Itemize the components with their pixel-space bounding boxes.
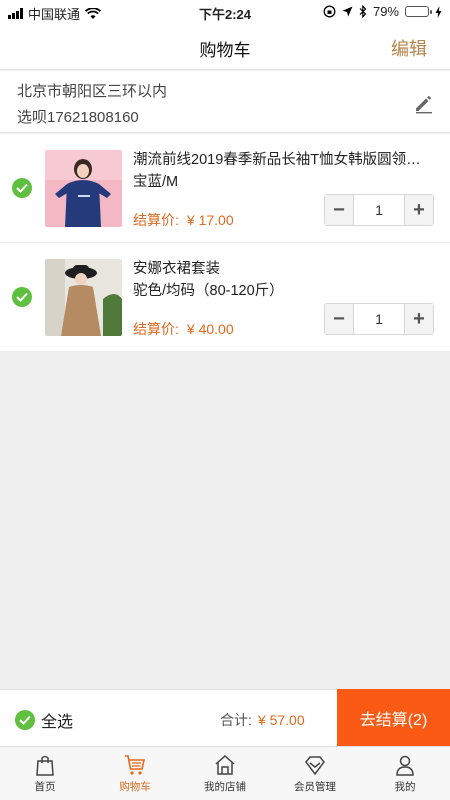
product-price: 结算价: ¥ 17.00 bbox=[133, 210, 234, 230]
status-right: 79% bbox=[323, 4, 442, 19]
cart-item: 潮流前线2019春季新品长袖T恤女韩版圆领短… 宝蓝/M 结算价: ¥ 17.00… bbox=[0, 134, 450, 243]
store-icon bbox=[215, 754, 235, 775]
user-icon bbox=[396, 755, 414, 776]
cart-icon bbox=[125, 755, 145, 775]
product-price: 结算价: ¥ 40.00 bbox=[133, 319, 234, 339]
rotation-lock-icon bbox=[323, 5, 336, 18]
quantity-value[interactable]: 1 bbox=[353, 304, 405, 334]
quantity-value[interactable]: 1 bbox=[353, 195, 405, 225]
tab-label: 我的 bbox=[394, 781, 416, 793]
check-circle-icon[interactable] bbox=[15, 710, 35, 730]
tab-membership[interactable]: 会员管理 bbox=[270, 747, 360, 800]
quantity-stepper: − 1 + bbox=[324, 303, 434, 335]
price-label: 结算价: bbox=[133, 321, 179, 337]
product-image[interactable] bbox=[45, 259, 122, 336]
nav-bar: 购物车 编辑 bbox=[0, 24, 450, 70]
select-all-label: 全选 bbox=[41, 714, 74, 731]
location-icon bbox=[342, 6, 353, 17]
tab-cart[interactable]: 购物车 bbox=[90, 747, 180, 800]
checkout-button[interactable]: 去结算(2) bbox=[337, 689, 450, 747]
product-spec: 宝蓝/M bbox=[133, 174, 179, 190]
checkout-bar: 全选 合计: ¥ 57.00 去结算(2) bbox=[0, 689, 450, 747]
edit-button[interactable]: 编辑 bbox=[391, 35, 427, 61]
product-image[interactable] bbox=[45, 150, 122, 227]
product-spec: 驼色/均码（80-120斤） bbox=[133, 283, 284, 299]
total-value: ¥ 57.00 bbox=[257, 712, 305, 728]
bag-icon bbox=[36, 755, 54, 776]
address-line: 北京市朝阳区三环以内 bbox=[17, 83, 168, 100]
tab-profile[interactable]: 我的 bbox=[360, 747, 450, 800]
tab-label: 会员管理 bbox=[294, 781, 336, 793]
tab-bar: 首页 购物车 我的店铺 会员管理 我的 bbox=[0, 746, 450, 800]
delivery-address[interactable]: 北京市朝阳区三环以内 选呗17621808160 bbox=[0, 71, 450, 133]
page-title: 购物车 bbox=[199, 41, 251, 60]
tab-home[interactable]: 首页 bbox=[0, 747, 90, 800]
check-circle-icon[interactable] bbox=[12, 178, 32, 198]
address-contact: 选呗17621808160 bbox=[17, 109, 139, 126]
cart-list: 潮流前线2019春季新品长袖T恤女韩版圆领短… 宝蓝/M 结算价: ¥ 17.00… bbox=[0, 134, 450, 352]
increment-button[interactable]: + bbox=[405, 304, 433, 334]
tab-label: 购物车 bbox=[119, 781, 151, 793]
bluetooth-icon bbox=[359, 5, 367, 18]
product-title[interactable]: 安娜衣裙套装 bbox=[133, 257, 433, 278]
price-value: ¥ 17.00 bbox=[186, 212, 234, 228]
price-value: ¥ 40.00 bbox=[186, 321, 234, 337]
total-amount: 合计: ¥ 57.00 bbox=[220, 710, 305, 730]
decrement-button[interactable]: − bbox=[325, 195, 353, 225]
tab-my-store[interactable]: 我的店铺 bbox=[180, 747, 270, 800]
check-circle-icon[interactable] bbox=[12, 287, 32, 307]
increment-button[interactable]: + bbox=[405, 195, 433, 225]
total-label: 合计: bbox=[220, 712, 252, 728]
cart-item: 安娜衣裙套装 驼色/均码（80-120斤） 结算价: ¥ 40.00 − 1 + bbox=[0, 243, 450, 352]
diamond-icon bbox=[305, 756, 325, 776]
charging-icon bbox=[435, 5, 442, 18]
pencil-icon[interactable] bbox=[412, 91, 436, 115]
quantity-stepper: − 1 + bbox=[324, 194, 434, 226]
battery-icon bbox=[405, 6, 432, 17]
select-all-toggle[interactable]: 全选 bbox=[15, 708, 73, 732]
tab-label: 首页 bbox=[34, 781, 56, 793]
decrement-button[interactable]: − bbox=[325, 304, 353, 334]
battery-percent: 79% bbox=[372, 4, 399, 19]
tab-label: 我的店铺 bbox=[204, 781, 246, 793]
status-bar: 中国联通 下午2:24 79% bbox=[0, 0, 450, 24]
product-title[interactable]: 潮流前线2019春季新品长袖T恤女韩版圆领短… bbox=[133, 148, 433, 169]
price-label: 结算价: bbox=[133, 212, 179, 228]
